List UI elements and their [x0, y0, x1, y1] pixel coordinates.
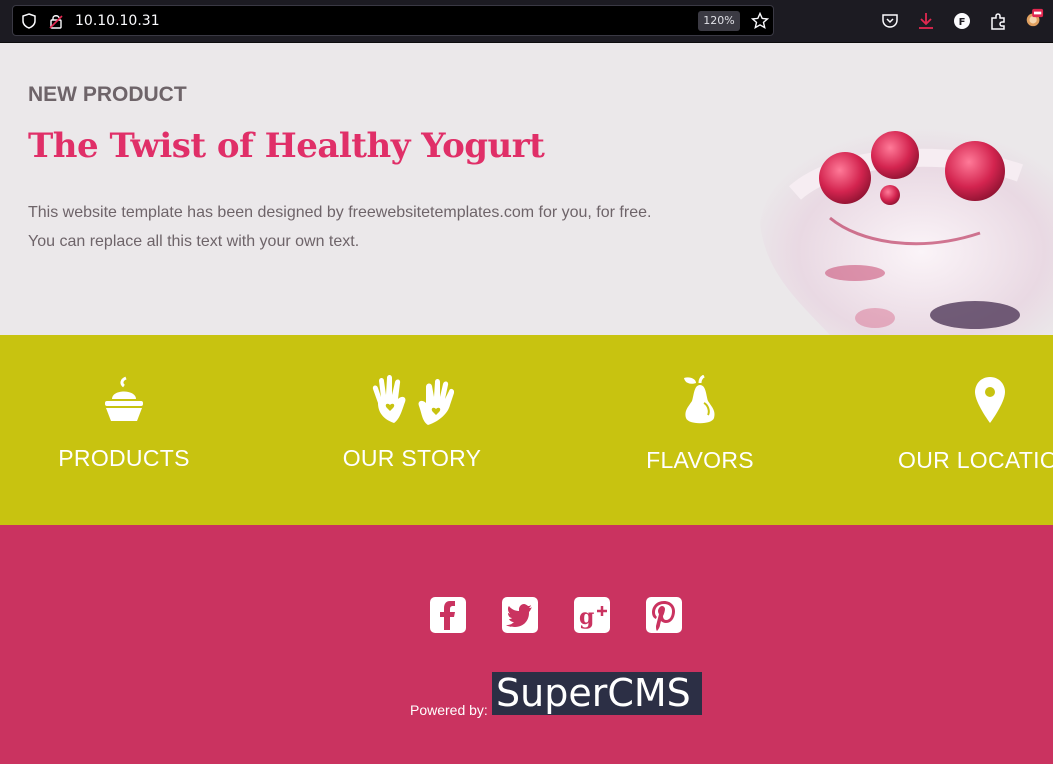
hero-section: NEW PRODUCT The Twist of Healthy Yogurt … [0, 43, 1053, 335]
facebook-icon [440, 601, 455, 630]
account-avatar-icon[interactable]: F [952, 11, 972, 31]
hero-title: The Twist of Healthy Yogurt [28, 126, 545, 166]
twitter-link[interactable] [502, 597, 538, 633]
pinterest-icon [652, 601, 675, 631]
zoom-level[interactable]: 120% [698, 11, 740, 31]
nav-item-products[interactable]: PRODUCTS [24, 375, 224, 472]
svg-text:F: F [959, 17, 966, 28]
hero-eyebrow: NEW PRODUCT [28, 83, 187, 106]
url-text[interactable]: 10.10.10.31 [75, 13, 160, 29]
nav-item-our-location[interactable]: OUR LOCATIO [890, 375, 1053, 474]
cupcake-icon [105, 376, 143, 421]
twitter-icon [506, 604, 532, 627]
yogurt-cup-image [760, 128, 1053, 335]
google-plus-link[interactable]: g [574, 597, 610, 633]
nav-item-our-story[interactable]: OUR STORY [312, 375, 512, 472]
pocket-icon[interactable] [880, 11, 900, 31]
nav-item-label: FLAVORS [646, 447, 754, 473]
browser-toolbar: 10.10.10.31 120% F [0, 0, 1053, 43]
extension-badge-icon[interactable] [1024, 8, 1044, 28]
shield-icon[interactable] [21, 13, 37, 29]
hands-icon [372, 375, 454, 425]
footer: g Powered by: SuperCMS [0, 525, 1053, 764]
nav-item-flavors[interactable]: FLAVORS [600, 375, 800, 474]
google-plus-icon: g [579, 604, 607, 630]
address-bar[interactable]: 10.10.10.31 120% [12, 5, 774, 36]
hero-description: This website template has been designed … [28, 198, 728, 256]
extensions-puzzle-icon[interactable] [988, 11, 1008, 31]
powered-by-label: Powered by: [410, 702, 488, 718]
feature-nav-band: PRODUCTS OUR STORY FLAVORS OUR LOCATIO [0, 335, 1053, 525]
download-icon[interactable] [916, 11, 936, 31]
bookmark-star-icon[interactable] [751, 12, 769, 30]
nav-item-label: OUR LOCATIO [898, 447, 1053, 473]
nav-item-label: PRODUCTS [58, 445, 190, 471]
insecure-lock-icon[interactable] [48, 13, 64, 29]
pear-icon [684, 375, 715, 424]
svg-text:g: g [579, 604, 594, 630]
location-pin-icon [975, 377, 1005, 423]
hero-line-1: This website template has been designed … [28, 204, 652, 221]
facebook-link[interactable] [430, 597, 466, 633]
pinterest-link[interactable] [646, 597, 682, 633]
supercms-logo-link[interactable]: SuperCMS [492, 672, 702, 715]
hero-line-2: You can replace all this text with your … [28, 233, 360, 250]
nav-item-label: OUR STORY [342, 445, 482, 471]
